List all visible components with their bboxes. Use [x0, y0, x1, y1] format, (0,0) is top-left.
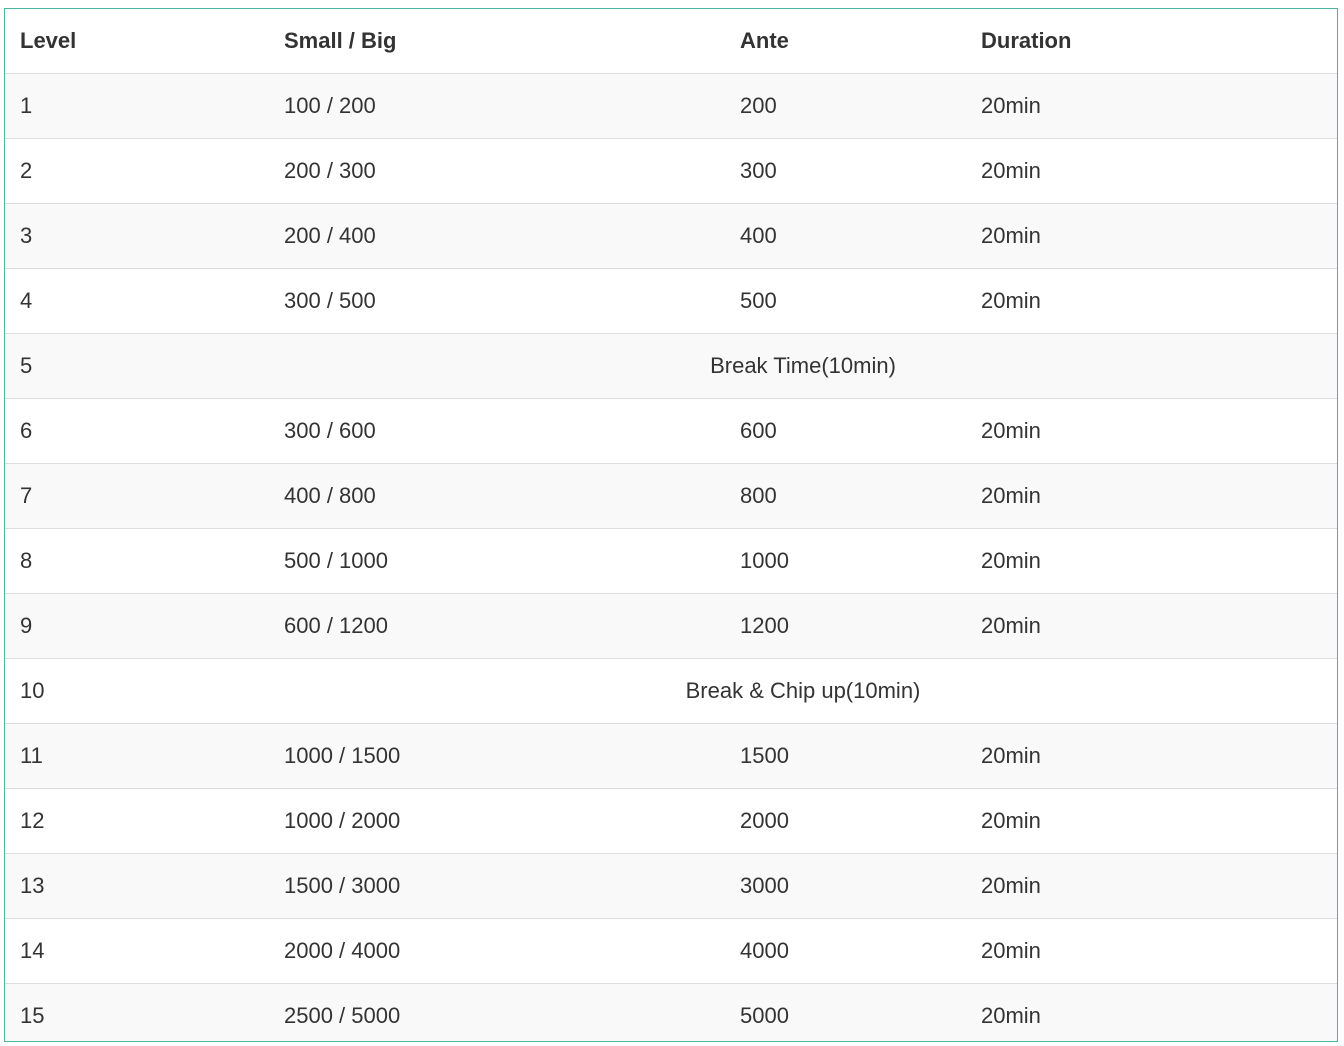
cell-duration: 20min	[966, 593, 1337, 659]
table-row: 12 1000 / 2000 2000 20min	[5, 788, 1337, 854]
cell-duration: 20min	[966, 398, 1337, 464]
cell-ante: 200	[725, 73, 966, 139]
cell-level: 15	[5, 983, 269, 1041]
header-ante: Ante	[725, 9, 966, 74]
table-header: Level Small / Big Ante Duration	[5, 9, 1337, 74]
cell-duration: 20min	[966, 203, 1337, 269]
cell-duration: 20min	[966, 853, 1337, 919]
cell-level: 9	[5, 593, 269, 659]
cell-level: 11	[5, 723, 269, 789]
table-row: 14 2000 / 4000 4000 20min	[5, 918, 1337, 984]
table-row-break: 5 Break Time(10min)	[5, 333, 1337, 399]
cell-duration: 20min	[966, 463, 1337, 529]
table-row: 7 400 / 800 800 20min	[5, 463, 1337, 529]
cell-duration: 20min	[966, 983, 1337, 1041]
cell-ante: 3000	[725, 853, 966, 919]
cell-blinds: 100 / 200	[269, 73, 725, 139]
cell-duration: 20min	[966, 788, 1337, 854]
table-row: 11 1000 / 1500 1500 20min	[5, 723, 1337, 789]
cell-blinds: 400 / 800	[269, 463, 725, 529]
cell-level: 10	[5, 658, 269, 724]
cell-ante: 2000	[725, 788, 966, 854]
header-row: Level Small / Big Ante Duration	[5, 9, 1337, 74]
cell-duration: 20min	[966, 528, 1337, 594]
cell-break-label: Break & Chip up(10min)	[269, 658, 1337, 724]
cell-level: 12	[5, 788, 269, 854]
cell-duration: 20min	[966, 73, 1337, 139]
blind-structure-table: Level Small / Big Ante Duration 1 100 / 2…	[5, 9, 1337, 1041]
cell-blinds: 200 / 300	[269, 138, 725, 204]
cell-level: 14	[5, 918, 269, 984]
cell-ante: 1200	[725, 593, 966, 659]
table-row: 6 300 / 600 600 20min	[5, 398, 1337, 464]
table-row: 9 600 / 1200 1200 20min	[5, 593, 1337, 659]
table-row: 3 200 / 400 400 20min	[5, 203, 1337, 269]
cell-level: 3	[5, 203, 269, 269]
table-row: 15 2500 / 5000 5000 20min	[5, 983, 1337, 1041]
cell-blinds: 2000 / 4000	[269, 918, 725, 984]
cell-ante: 1000	[725, 528, 966, 594]
cell-ante: 1500	[725, 723, 966, 789]
cell-blinds: 500 / 1000	[269, 528, 725, 594]
table-row: 8 500 / 1000 1000 20min	[5, 528, 1337, 594]
cell-blinds: 300 / 500	[269, 268, 725, 334]
header-duration: Duration	[966, 9, 1337, 74]
cell-level: 6	[5, 398, 269, 464]
table-row-break: 10 Break & Chip up(10min)	[5, 658, 1337, 724]
cell-duration: 20min	[966, 268, 1337, 334]
cell-level: 1	[5, 73, 269, 139]
cell-level: 8	[5, 528, 269, 594]
cell-level: 4	[5, 268, 269, 334]
table-body: 1 100 / 200 200 20min 2 200 / 300 300 20min 3 200…	[5, 73, 1337, 1041]
table-row: 13 1500 / 3000 3000 20min	[5, 853, 1337, 919]
cell-ante: 400	[725, 203, 966, 269]
cell-level: 2	[5, 138, 269, 204]
cell-ante: 600	[725, 398, 966, 464]
cell-blinds: 300 / 600	[269, 398, 725, 464]
header-small-big: Small / Big	[269, 9, 725, 74]
cell-duration: 20min	[966, 138, 1337, 204]
cell-blinds: 1000 / 2000	[269, 788, 725, 854]
cell-break-label: Break Time(10min)	[269, 333, 1337, 399]
cell-blinds: 1000 / 1500	[269, 723, 725, 789]
cell-blinds: 600 / 1200	[269, 593, 725, 659]
cell-blinds: 200 / 400	[269, 203, 725, 269]
table-row: 2 200 / 300 300 20min	[5, 138, 1337, 204]
cell-ante: 4000	[725, 918, 966, 984]
blind-structure-table-frame: Level Small / Big Ante Duration 1 100 / 2…	[4, 8, 1338, 1042]
header-level: Level	[5, 9, 269, 74]
cell-duration: 20min	[966, 723, 1337, 789]
cell-ante: 5000	[725, 983, 966, 1041]
cell-blinds: 2500 / 5000	[269, 983, 725, 1041]
cell-level: 7	[5, 463, 269, 529]
table-row: 4 300 / 500 500 20min	[5, 268, 1337, 334]
table-row: 1 100 / 200 200 20min	[5, 73, 1337, 139]
cell-duration: 20min	[966, 918, 1337, 984]
cell-level: 5	[5, 333, 269, 399]
cell-ante: 500	[725, 268, 966, 334]
cell-ante: 300	[725, 138, 966, 204]
cell-blinds: 1500 / 3000	[269, 853, 725, 919]
cell-ante: 800	[725, 463, 966, 529]
cell-level: 13	[5, 853, 269, 919]
